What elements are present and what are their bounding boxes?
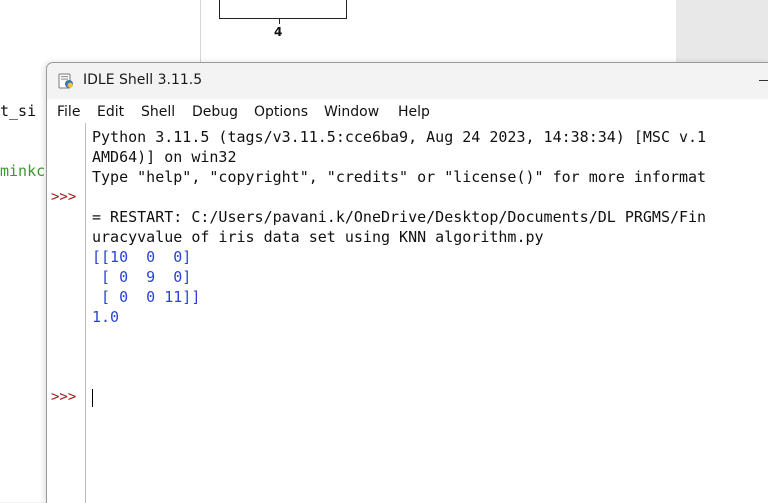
idle-python-icon [58,73,73,89]
prompt-gutter: >>> >>> [47,123,86,503]
restart-line: = RESTART: C:/Users/pavani.k/OneDrive/De… [92,208,707,226]
banner-line: Python 3.11.5 (tags/v3.11.5:cce6ba9, Aug… [92,128,707,146]
banner-line: Type "help", "copyright", "credits" or "… [92,168,707,186]
banner-line: AMD64)] on win32 [92,148,237,166]
background-figure-window: 4 [200,0,677,62]
menu-shell[interactable]: Shell [141,104,175,120]
title-bar[interactable]: IDLE Shell 3.11.5 [47,63,768,99]
background-code-line: t_si [0,102,37,120]
shell-prompt: >>> [51,189,77,205]
text-cursor [92,389,93,407]
menu-bar: File Edit Shell Debug Options Window Hel… [47,99,768,123]
window-title: IDLE Shell 3.11.5 [83,72,203,88]
x-axis-tick [279,18,280,24]
menu-options[interactable]: Options [254,104,308,120]
background-window-area [676,0,768,62]
menu-file[interactable]: File [57,104,80,120]
menu-window[interactable]: Window [324,104,379,120]
output-line: [ 0 0 11]] [92,288,201,306]
background-code-line: minkc [0,162,46,180]
menu-debug[interactable]: Debug [192,104,238,120]
output-line: [ 0 9 0] [92,268,192,286]
x-axis-tick-label: 4 [274,25,283,39]
plot-axes-frame [219,0,347,19]
shell-prompt: >>> [51,389,77,405]
shell-text-area[interactable]: Python 3.11.5 (tags/v3.11.5:cce6ba9, Aug… [86,123,768,503]
menu-edit[interactable]: Edit [97,104,124,120]
restart-line: uracyvalue of iris data set using KNN al… [92,228,544,246]
output-line: 1.0 [92,308,120,326]
minimize-icon [759,80,768,81]
minimize-button[interactable] [755,67,768,93]
idle-shell-window[interactable]: IDLE Shell 3.11.5 File Edit Shell Debug … [46,62,768,503]
menu-help[interactable]: Help [398,104,430,120]
output-line: [[10 0 0] [92,248,192,266]
